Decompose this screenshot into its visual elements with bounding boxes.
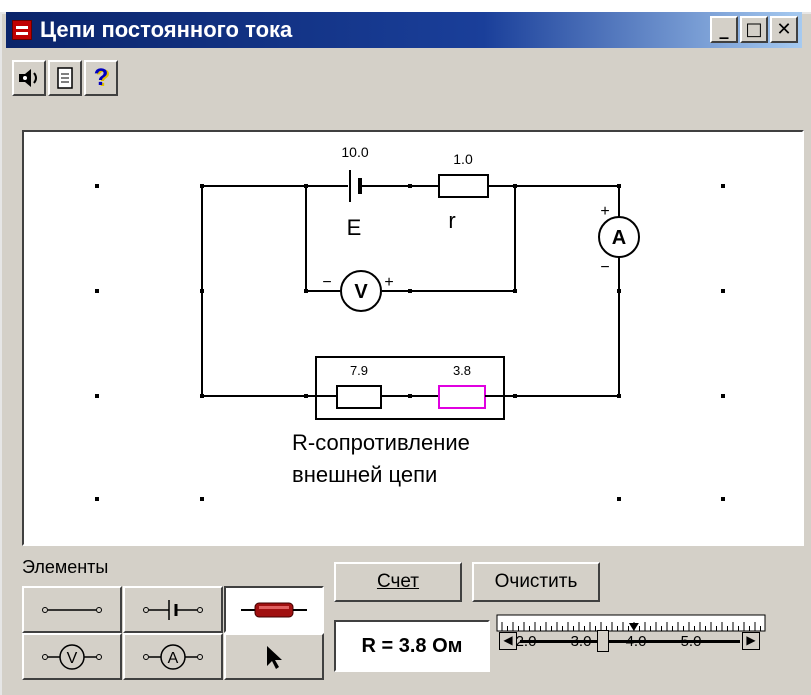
emf-value: 10.0 [341,144,368,160]
ammeter[interactable]: A [598,216,640,258]
voltmeter-tool-button[interactable]: V [22,633,122,680]
slider-track[interactable] [520,640,740,643]
battery-emf[interactable] [349,170,362,202]
help-button[interactable]: ? [84,60,118,96]
document-button[interactable] [48,60,82,96]
voltmeter-icon: V [42,643,102,670]
pointer-arrow-icon [267,645,282,669]
ammeter-icon: A [143,643,203,670]
voltmeter-symbol: V [354,281,368,303]
slider-left-button[interactable]: ◀ [499,632,517,650]
pointer-tool-button[interactable] [224,633,324,680]
clear-button-label: Очистить [494,571,578,592]
internal-resistor-value: 1.0 [453,151,473,167]
maximize-button[interactable]: □ [740,16,768,43]
app-icon [12,20,32,40]
external-resistor-1[interactable] [336,385,382,409]
document-icon [57,67,73,89]
wire-icon [42,606,102,613]
internal-resistor[interactable] [438,174,489,198]
circuit-canvas[interactable]: V A 10.0 E 1.0 r − + + − 7.9 3.8 R-сопро… [22,130,804,546]
resistor-tool-button[interactable] [224,586,324,633]
help-icon: ? [93,64,109,91]
emf-label: E [347,215,362,240]
title-bar[interactable]: Цепи постоянного тока _ □ ✕ [6,12,802,48]
circuit-wires [201,185,620,397]
speaker-icon [19,69,37,87]
sound-button[interactable] [12,60,46,96]
count-button[interactable]: Счет [334,562,462,602]
ammeter-tool-symbol: A [168,650,179,667]
resistance-scale: 2.0 3.0 4.0 5.0 6 [496,614,766,650]
external-resistor-2-value: 3.8 [453,363,471,378]
window-title: Цепи постоянного тока [40,17,293,42]
caption-line-2: внешней цепи [292,462,437,487]
close-button[interactable]: ✕ [770,16,798,43]
internal-resistor-label: r [448,208,455,233]
battery-tool-button[interactable] [123,586,223,633]
voltmeter-tool-symbol: V [67,650,78,667]
external-resistor-1-value: 7.9 [350,363,368,378]
slider-right-button[interactable]: ▶ [742,632,760,650]
voltmeter[interactable]: V [340,270,382,312]
voltmeter-plus: + [384,274,393,291]
resistor-icon [241,602,307,617]
external-resistor-2[interactable] [438,385,486,409]
count-button-label: Счет [376,571,420,592]
minimize-button[interactable]: _ [710,16,738,43]
battery-icon [143,599,203,620]
palette-label: Элементы [22,557,109,577]
resistance-readout: R = 3.8 Ом [334,620,490,672]
ammeter-plus: + [600,203,609,220]
wire-tool-button[interactable] [22,586,122,633]
slider-thumb[interactable] [596,630,609,652]
caption-line-1: R-сопротивление [292,430,470,455]
ammeter-symbol: A [612,227,626,249]
ammeter-minus: − [600,259,609,276]
clear-button[interactable]: Очистить [472,562,600,602]
voltmeter-minus: − [322,274,331,291]
circuit-diagram: V A 10.0 E 1.0 r − + + − 7.9 3.8 R-сопро… [95,144,725,501]
ammeter-tool-button[interactable]: A [123,633,223,680]
